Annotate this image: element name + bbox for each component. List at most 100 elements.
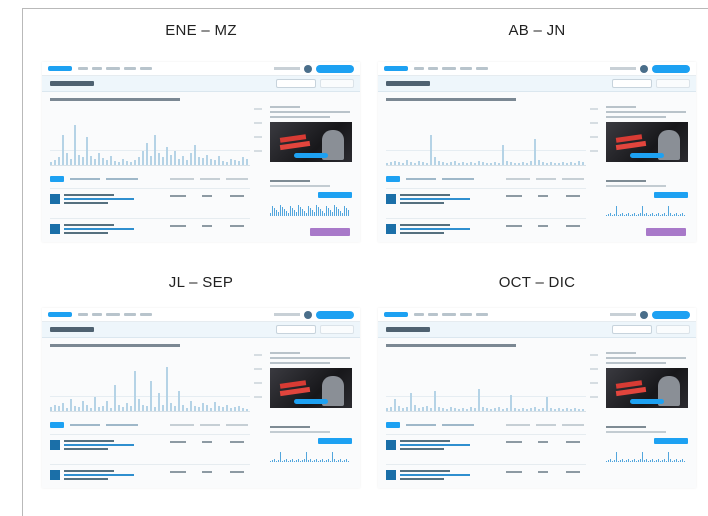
- sparkline-bar: [288, 213, 289, 216]
- sparkline-bar: [654, 461, 655, 462]
- chart-bar: [142, 151, 144, 165]
- sparkline-bar: [310, 459, 311, 462]
- chart-bar: [398, 406, 400, 411]
- sparkline-bar: [622, 459, 623, 462]
- chart-bar: [138, 157, 140, 165]
- axis-tick: [254, 368, 262, 370]
- chart-bar: [430, 408, 432, 411]
- axis-tick: [254, 122, 262, 124]
- nav-item: [78, 313, 88, 316]
- sparkline-bar: [670, 213, 671, 216]
- promo-image: [270, 122, 352, 162]
- tweet-stat: [230, 195, 244, 197]
- chart-bar: [398, 162, 400, 165]
- sparkline-bar: [638, 460, 639, 462]
- page-title: [50, 81, 94, 86]
- chart-bar: [558, 408, 560, 411]
- sparkline-bar: [614, 460, 615, 462]
- side-panel-text: [606, 106, 688, 121]
- chart-bar: [114, 385, 116, 411]
- chart-bar: [534, 407, 536, 411]
- chart-bar: [482, 407, 484, 411]
- sparkline-bar: [280, 452, 281, 462]
- chart-bar: [386, 163, 388, 165]
- sparkline-bar: [632, 460, 633, 462]
- sparkline-bar: [648, 215, 649, 216]
- chart-bar: [122, 407, 124, 411]
- sparkline-bar: [272, 206, 273, 216]
- sparkline-bar: [346, 208, 347, 216]
- column-header: [562, 424, 584, 426]
- sparkline-bar: [616, 206, 617, 216]
- chart-bar: [526, 163, 528, 165]
- nav-item: [476, 67, 488, 70]
- chart-bar: [406, 160, 408, 165]
- sparkline-bar: [684, 215, 685, 216]
- sparkline-bar: [684, 461, 685, 462]
- chart-bar: [574, 408, 576, 411]
- chart-bar: [466, 409, 468, 411]
- chart-bar: [54, 160, 56, 165]
- engagement-subheading: [270, 431, 330, 433]
- sparkline-bar: [284, 460, 285, 462]
- chart-bar: [174, 406, 176, 411]
- sparkline-bar: [280, 205, 281, 216]
- tweet-stat: [538, 195, 548, 197]
- sparkline-bar: [302, 460, 303, 462]
- chart-bar: [182, 405, 184, 411]
- chart-bar: [166, 367, 168, 411]
- sparkline-bar: [286, 459, 287, 462]
- tweet-stat: [170, 471, 186, 473]
- chart-bar: [114, 161, 116, 165]
- tweet-stat: [506, 441, 522, 443]
- sparkline-bar: [300, 461, 301, 462]
- chart-bar: [186, 408, 188, 411]
- chart-bar: [202, 403, 204, 411]
- tweet-stat: [538, 225, 548, 227]
- chart-bar: [482, 162, 484, 165]
- tweet-avatar: [50, 440, 60, 450]
- chart-bar: [174, 151, 176, 165]
- sparkline-bar: [336, 461, 337, 462]
- chart-bar: [434, 391, 436, 411]
- chart-bar: [58, 157, 60, 165]
- tweet-text-line: [400, 440, 450, 442]
- nav-item: [428, 67, 438, 70]
- sparkline-bar: [320, 460, 321, 462]
- chart-bar: [582, 409, 584, 411]
- tweet-stat: [170, 195, 186, 197]
- summary-text: [386, 344, 516, 347]
- promo-image: [606, 368, 688, 408]
- sparkline-bar: [306, 452, 307, 462]
- tweet-text-line: [64, 448, 108, 450]
- chart-bar: [418, 161, 420, 165]
- chart-bar: [218, 156, 220, 165]
- axis-tick: [590, 136, 598, 138]
- primary-action-button: [652, 311, 690, 319]
- tweet-stat: [538, 441, 548, 443]
- chart-bar: [434, 157, 436, 165]
- tweet-stat: [566, 195, 580, 197]
- sparkline-bar: [680, 460, 681, 462]
- chart-bar: [526, 409, 528, 411]
- chart-bar: [570, 409, 572, 411]
- engagement-panel: [270, 180, 352, 216]
- chart-bar: [198, 157, 200, 165]
- tweet-avatar: [50, 470, 60, 480]
- engagement-heading: [270, 180, 310, 182]
- sparkline-bar: [312, 210, 313, 216]
- chart-bar: [582, 162, 584, 165]
- engagement-badge: [318, 192, 352, 198]
- tweet-link-line: [400, 198, 470, 200]
- tab: [70, 178, 100, 180]
- export-button: [656, 79, 690, 88]
- chart-bar: [186, 160, 188, 165]
- chart-bar: [562, 409, 564, 411]
- chart-bar: [218, 406, 220, 411]
- sparkline-bar: [666, 215, 667, 216]
- chart-bar: [514, 163, 516, 165]
- sparkline-bar: [334, 205, 335, 216]
- chart-bar: [78, 407, 80, 411]
- tweet-stat: [230, 225, 244, 227]
- sparkline-bar: [632, 214, 633, 216]
